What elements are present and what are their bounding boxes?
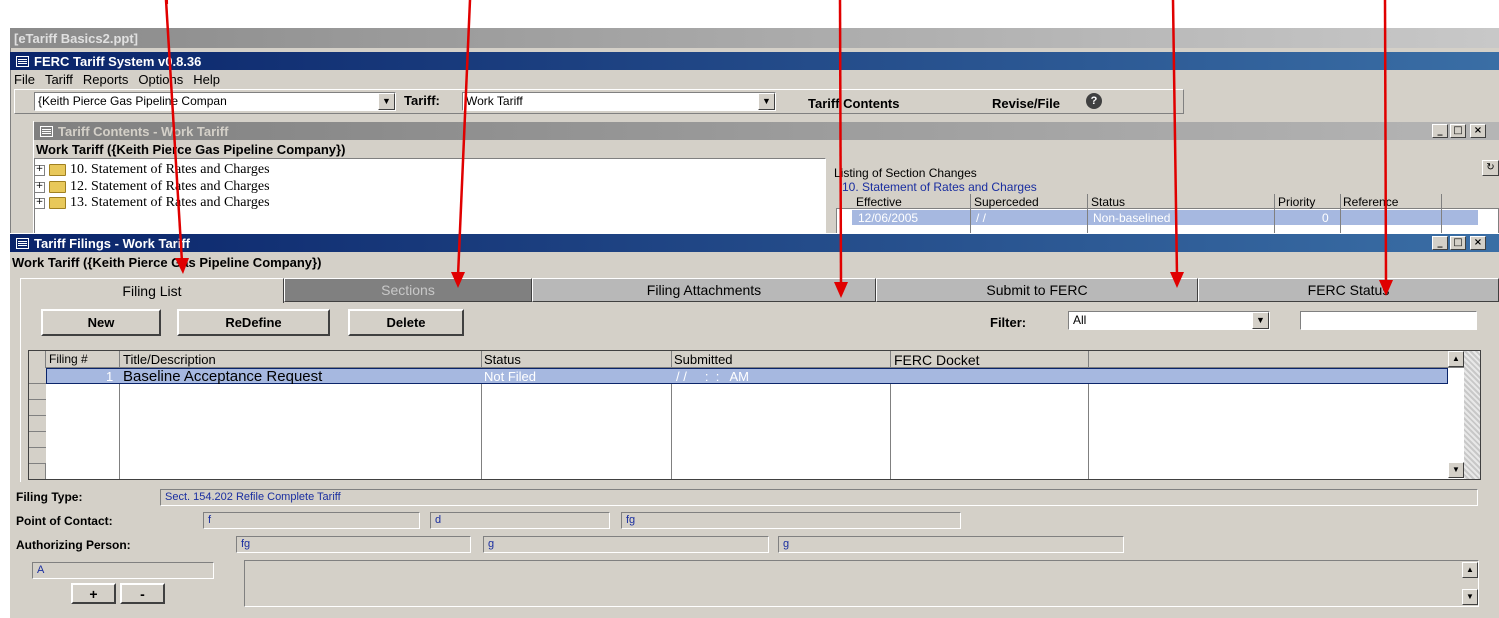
grid-col-title[interactable]: Title/Description [123,352,216,367]
filing-type-field[interactable]: Sect. 154.202 Refile Complete Tariff [160,489,1478,506]
redefine-button[interactable]: ReDefine [177,309,330,336]
row-selector[interactable] [29,384,46,400]
annotation-arrow [1383,0,1388,283]
filter-search-input[interactable] [1300,311,1477,330]
authorizing-last-name[interactable]: g [778,536,1124,553]
new-button[interactable]: New [41,309,161,336]
contact-last-name[interactable]: fg [621,512,961,529]
row-filing-number: 1 [106,369,114,384]
row-title: Baseline Acceptance Request [123,368,323,385]
annotation-arrow [164,0,184,263]
filing-type-label: Filing Type: [16,490,83,504]
annotation-arrow-head [451,272,465,288]
row-selector[interactable] [29,400,46,416]
annotation-arrow-head [1379,280,1393,296]
contact-middle-name[interactable]: d [430,512,610,529]
scroll-up-button[interactable]: ▲ [1448,351,1464,367]
row-selector[interactable] [29,368,46,384]
row-selector[interactable] [29,432,46,448]
row-submitted: / / : : AM [676,369,749,384]
annotation-arrow [1171,0,1179,277]
grid-col-filing-number[interactable]: Filing # [49,352,88,366]
attachment-list[interactable]: A [32,562,214,579]
annotation-arrow-head [1170,272,1184,288]
filter-dropdown-button[interactable]: ▼ [1252,312,1269,329]
add-button[interactable]: + [71,583,116,604]
scroll-down-button[interactable]: ▼ [1462,589,1478,605]
row-status: Not Filed [484,369,537,384]
contact-label: Point of Contact: [16,514,113,528]
authorizing-middle-name[interactable]: g [483,536,769,553]
filings-grid-header [29,351,1464,368]
scroll-up-button[interactable]: ▲ [1462,562,1478,578]
grid-col-submitted[interactable]: Submitted [674,352,733,367]
notes-textarea[interactable] [244,560,1479,607]
contact-first-name[interactable]: f [203,512,420,529]
authorizing-first-name[interactable]: fg [236,536,471,553]
grid-scrollbar[interactable] [1464,351,1480,479]
filter-select-value: All [1073,313,1087,327]
scroll-down-button[interactable]: ▼ [1448,462,1464,478]
grid-col-status[interactable]: Status [484,352,521,367]
delete-button[interactable]: Delete [348,309,464,336]
annotation-arrow [456,0,472,277]
remove-button[interactable]: - [120,583,165,604]
row-selector[interactable] [29,448,46,464]
grid-col-ferc-docket[interactable]: FERC Docket [894,352,980,368]
annotation-arrow-head [834,282,848,298]
authorizing-label: Authorizing Person: [16,538,131,552]
filter-select[interactable]: All ▼ [1068,311,1270,330]
annotation-arrows [164,0,1393,298]
filter-label: Filter: [990,315,1027,330]
annotation-arrow-head [175,258,189,274]
annotation-arrow [838,0,843,285]
row-selector[interactable] [29,416,46,432]
